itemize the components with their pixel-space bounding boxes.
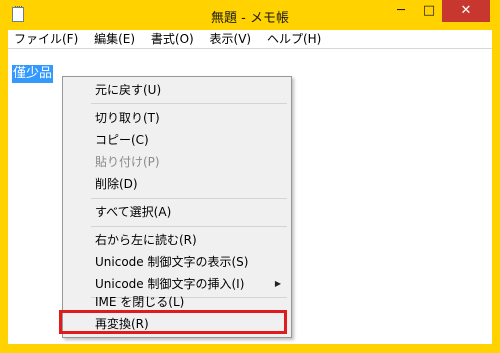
menu-format[interactable]: 書式(O) [145, 30, 200, 48]
menu-item-delete[interactable]: 削除(D) [63, 173, 291, 195]
highlight-box [59, 310, 287, 334]
menu-help[interactable]: ヘルプ(H) [261, 30, 327, 48]
menu-item-reconvert[interactable]: 再変換(R) [59, 310, 291, 335]
selected-text[interactable]: 僅少品 [12, 65, 54, 83]
menu-item-show-unicode[interactable]: Unicode 制御文字の表示(S) [63, 251, 291, 273]
title-bar[interactable]: 無題 - メモ帳 ─ □ ✕ [8, 0, 492, 30]
context-menu: 元に戻す(U) 切り取り(T) コピー(C) 貼り付け(P) 削除(D) すべて… [59, 76, 292, 338]
menu-item-select-all[interactable]: すべて選択(A) [63, 201, 291, 223]
menu-separator [91, 198, 287, 199]
menu-item-undo[interactable]: 元に戻す(U) [63, 79, 291, 101]
close-button[interactable]: ✕ [442, 0, 490, 22]
menu-item-paste: 貼り付け(P) [95, 155, 160, 169]
menu-file[interactable]: ファイル(F) [8, 30, 84, 48]
menu-bar: ファイル(F) 編集(E) 書式(O) 表示(V) ヘルプ(H) [8, 30, 492, 49]
menu-separator [91, 226, 287, 227]
menu-view[interactable]: 表示(V) [204, 30, 258, 48]
menu-separator [91, 103, 287, 104]
menu-item-label: Unicode 制御文字の挿入(I) [95, 277, 245, 291]
menu-item-cut[interactable]: 切り取り(T) [63, 107, 291, 129]
minimize-button[interactable]: ─ [387, 0, 415, 22]
menu-item-right-to-left[interactable]: 右から左に読む(R) [63, 229, 291, 251]
menu-item-copy[interactable]: コピー(C) [63, 129, 291, 151]
maximize-button[interactable]: □ [415, 0, 443, 22]
menu-edit[interactable]: 編集(E) [88, 30, 141, 48]
window-bottom-frame [0, 344, 500, 353]
